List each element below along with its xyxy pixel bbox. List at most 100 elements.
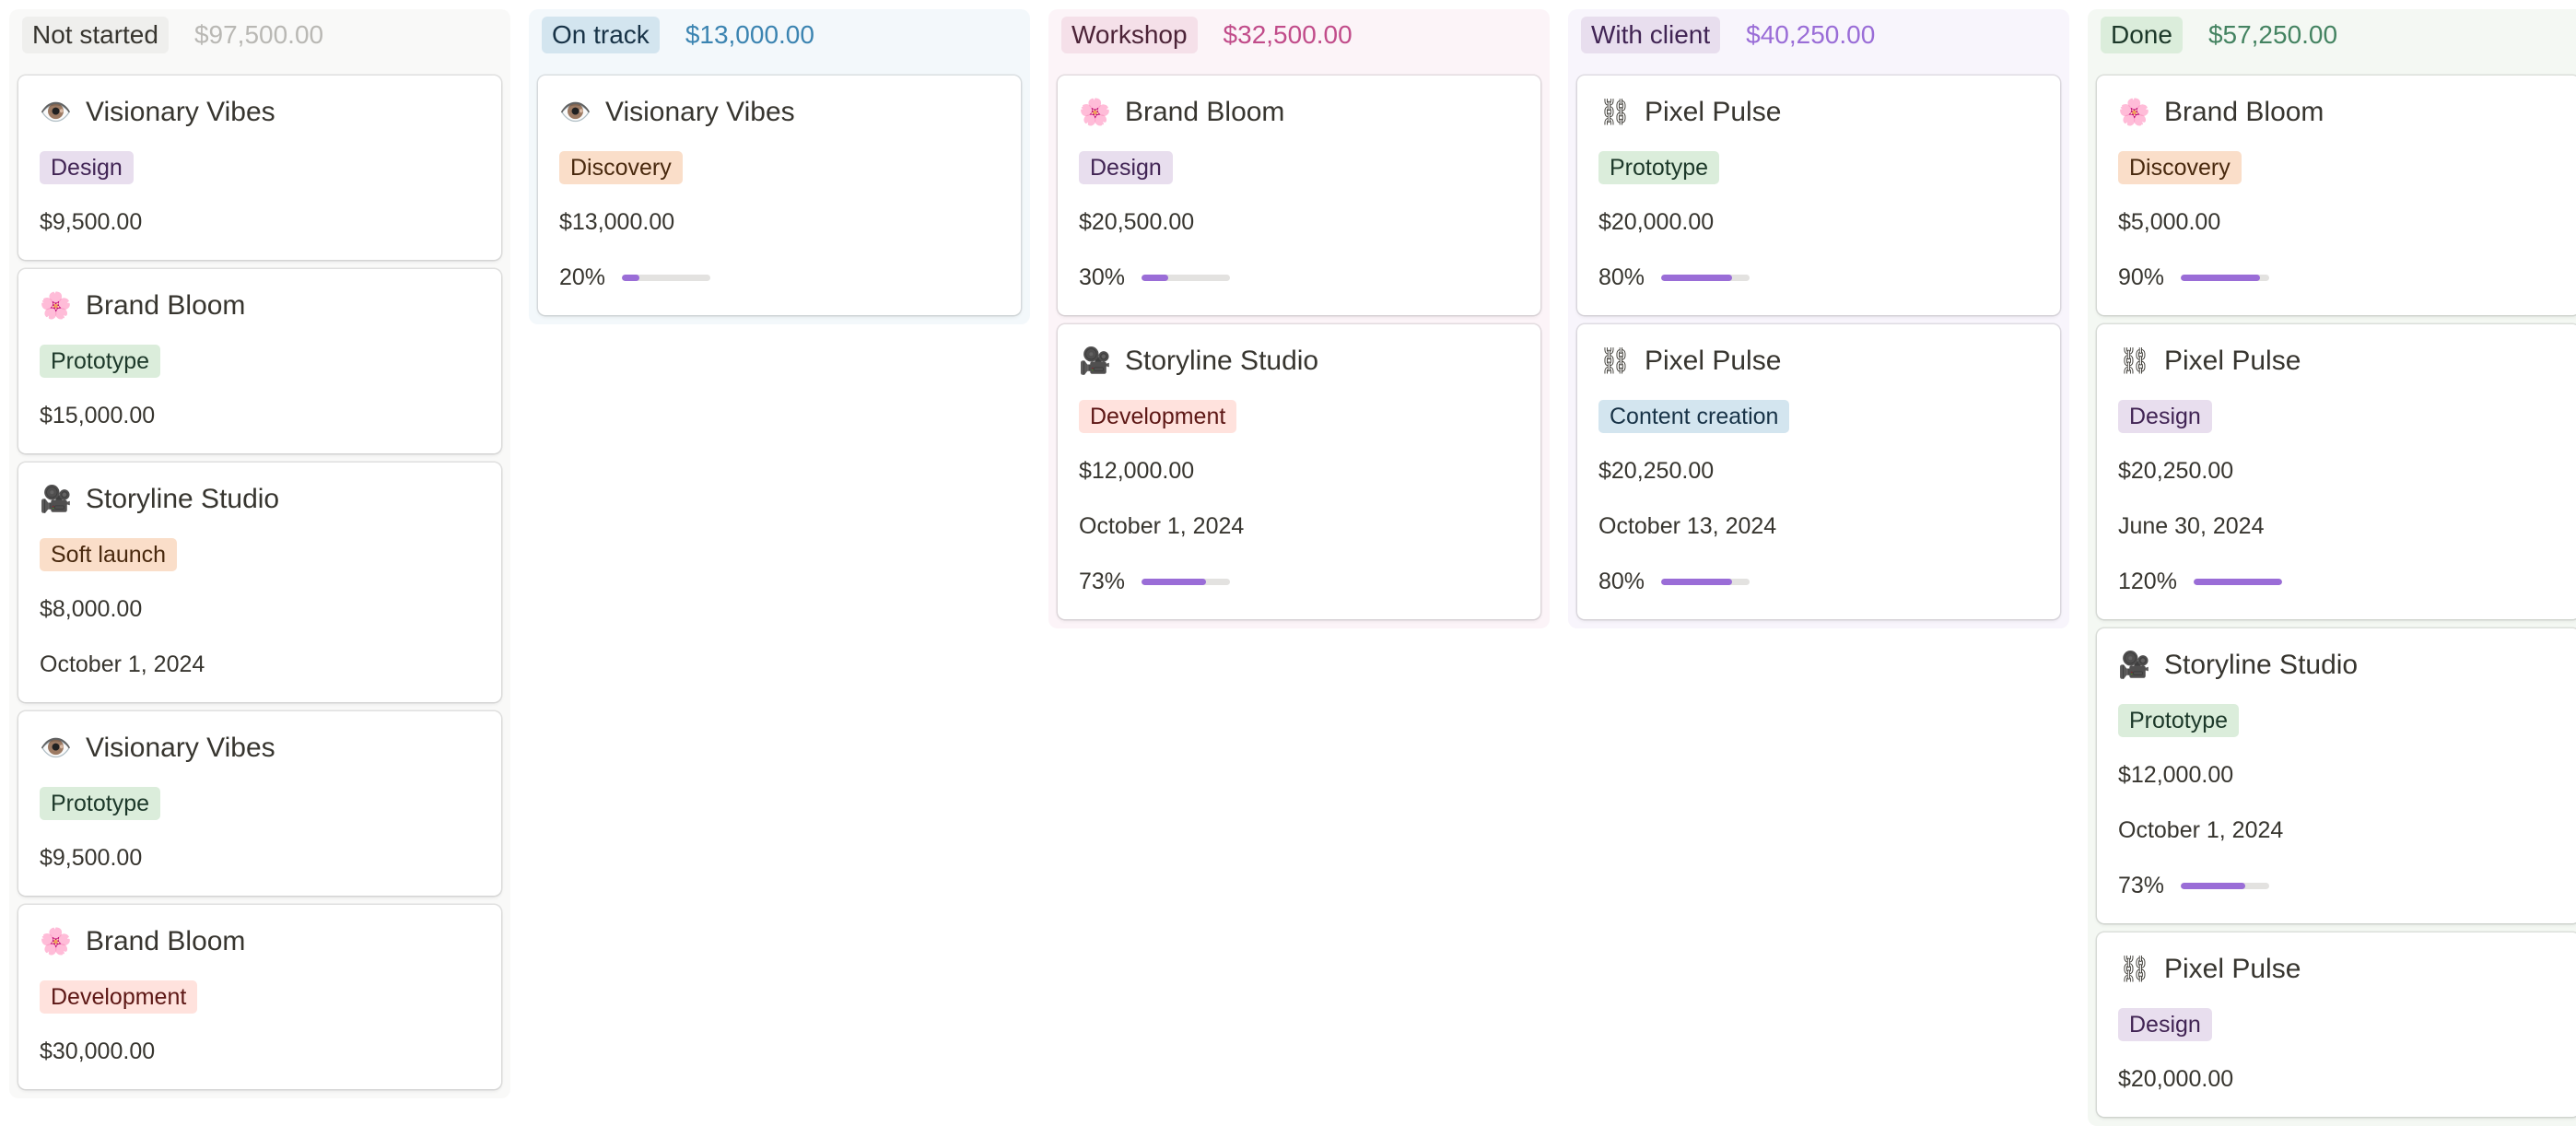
card-tag-row: Design (2118, 1008, 2558, 1041)
card-title: Storyline Studio (1125, 346, 1319, 376)
card-title: Pixel Pulse (2164, 954, 2301, 984)
column-header[interactable]: Done $57,250.00 (2097, 9, 2576, 61)
chain-link-icon: ⛓ (1598, 98, 1632, 126)
card-tag-row: Soft launch (40, 538, 480, 571)
project-card[interactable]: 👁️ Visionary Vibes Design $9,500.00 (18, 76, 501, 260)
phase-tag: Discovery (559, 151, 683, 184)
progress-percent: 73% (2118, 873, 2165, 898)
card-amount: $13,000.00 (559, 209, 675, 235)
column-total-amount: $57,250.00 (2207, 20, 2338, 49)
column-status-pill[interactable]: Not started (22, 17, 169, 53)
project-card[interactable]: 🎥 Storyline Studio Development $12,000.00 Oc… (1058, 324, 1540, 619)
progress-percent: 20% (559, 264, 606, 290)
project-card[interactable]: 👁️ Visionary Vibes Prototype $9,500.00 (18, 711, 501, 896)
card-title: Pixel Pulse (1645, 346, 1782, 376)
card-tag-row: Development (40, 980, 480, 1014)
project-card[interactable]: 👁️ Visionary Vibes Discovery $13,000.00 20% (538, 76, 1021, 315)
card-padding (1598, 599, 2039, 610)
phase-tag: Prototype (1598, 151, 1720, 184)
column-header[interactable]: On track $13,000.00 (538, 9, 1021, 61)
column-total-amount: $32,500.00 (1223, 20, 1352, 49)
card-progress: 73% (2118, 868, 2558, 903)
project-card[interactable]: 🎥 Storyline Studio Soft launch $8,000.00 Oct… (18, 463, 501, 702)
board-column: Not started $97,500.00 👁️ Visionary Vibes De… (9, 9, 510, 1098)
project-card[interactable]: ⛓ Pixel Pulse Design $20,000.00 (2097, 932, 2576, 1117)
column-status-pill[interactable]: Done (2101, 17, 2183, 53)
card-title-row: 🎥 Storyline Studio (40, 483, 480, 516)
phase-tag: Soft launch (40, 538, 178, 571)
card-padding (559, 295, 1000, 306)
card-title: Brand Bloom (2164, 97, 2324, 127)
chain-link-icon: ⛓ (2118, 955, 2151, 983)
flower-icon: 🌸 (2118, 98, 2150, 126)
card-title: Visionary Vibes (605, 97, 795, 127)
card-amount: $9,500.00 (40, 209, 143, 235)
eye-icon: 👁️ (40, 98, 72, 126)
card-progress: 20% (559, 260, 1000, 295)
card-amount: $20,000.00 (2118, 1066, 2234, 1092)
card-title-row: ⛓ Pixel Pulse (1598, 96, 2039, 129)
project-card[interactable]: 🌸 Brand Bloom Prototype $15,000.00 (18, 269, 501, 453)
card-title: Storyline Studio (86, 484, 280, 514)
progress-bar (2181, 274, 2270, 281)
project-card[interactable]: ⛓ Pixel Pulse Prototype $20,000.00 80% (1577, 76, 2060, 315)
progress-percent: 80% (1598, 264, 1645, 290)
progress-bar-fill (1661, 578, 1732, 585)
card-date: October 13, 2024 (1598, 513, 1777, 539)
column-total-amount: $13,000.00 (685, 20, 814, 49)
card-date: October 1, 2024 (40, 651, 205, 677)
column-header[interactable]: With client $40,250.00 (1577, 9, 2060, 61)
card-padding (40, 682, 480, 693)
card-padding (1598, 295, 2039, 306)
progress-bar (2181, 882, 2270, 889)
card-progress: 30% (1079, 260, 1519, 295)
card-tag-row: Design (1079, 151, 1519, 184)
card-amount: $20,250.00 (2118, 458, 2234, 484)
card-title: Storyline Studio (2164, 650, 2359, 680)
phase-tag: Design (40, 151, 134, 184)
column-status-pill[interactable]: On track (542, 17, 660, 53)
film-camera-icon: 🎥 (1079, 346, 1111, 375)
card-progress: 80% (1598, 564, 2039, 599)
phase-tag: Development (40, 980, 198, 1014)
column-status-pill[interactable]: Workshop (1061, 17, 1198, 53)
card-title: Brand Bloom (86, 290, 246, 321)
progress-bar (622, 274, 711, 281)
progress-bar-fill (2193, 578, 2282, 585)
column-header[interactable]: Not started $97,500.00 (18, 9, 501, 61)
board-column: With client $40,250.00 ⛓ Pixel Pulse Prototy… (1568, 9, 2069, 628)
card-tag-row: Prototype (1598, 151, 2039, 184)
project-card[interactable]: 🌸 Brand Bloom Discovery $5,000.00 90% (2097, 76, 2576, 315)
project-card[interactable]: ⛓ Pixel Pulse Design $20,250.00 June 30, 202… (2097, 324, 2576, 619)
card-tag-row: Design (2118, 400, 2558, 433)
board-column: Workshop $32,500.00 🌸 Brand Bloom Design $20,… (1048, 9, 1550, 628)
card-title-row: 🎥 Storyline Studio (1079, 345, 1519, 378)
progress-bar-fill (1661, 274, 1732, 281)
card-progress: 90% (2118, 260, 2558, 295)
card-padding (40, 240, 480, 251)
card-padding (1079, 599, 1519, 610)
board-column: On track $13,000.00 👁️ Visionary Vibes Disco… (529, 9, 1030, 324)
card-amount: $12,000.00 (2118, 762, 2234, 788)
card-amount: $9,500.00 (40, 845, 143, 871)
card-padding (2118, 599, 2558, 610)
card-title: Brand Bloom (86, 926, 246, 956)
card-list: 🌸 Brand Bloom Design $20,500.00 30% 🎥 Storylin… (1058, 76, 1540, 619)
card-date: October 1, 2024 (2118, 817, 2284, 843)
eye-icon: 👁️ (40, 733, 72, 762)
progress-bar (1661, 274, 1751, 281)
film-camera-icon: 🎥 (40, 485, 72, 513)
column-total-amount: $97,500.00 (193, 20, 324, 49)
column-header[interactable]: Workshop $32,500.00 (1058, 9, 1540, 61)
card-title-row: ⛓ Pixel Pulse (2118, 345, 2558, 378)
chain-link-icon: ⛓ (2118, 346, 2151, 375)
column-status-pill[interactable]: With client (1581, 17, 1721, 53)
project-card[interactable]: 🎥 Storyline Studio Prototype $12,000.00 Octo… (2097, 628, 2576, 923)
project-card[interactable]: ⛓ Pixel Pulse Content creation $20,250.00 Oc… (1577, 324, 2060, 619)
project-card[interactable]: 🌸 Brand Bloom Development $30,000.00 (18, 905, 501, 1089)
phase-tag: Prototype (40, 787, 161, 820)
card-title-row: ⛓ Pixel Pulse (1598, 345, 2039, 378)
card-padding (2118, 1097, 2558, 1108)
card-list: 👁️ Visionary Vibes Design $9,500.00 🌸 Brand B… (18, 76, 501, 1089)
project-card[interactable]: 🌸 Brand Bloom Design $20,500.00 30% (1058, 76, 1540, 315)
